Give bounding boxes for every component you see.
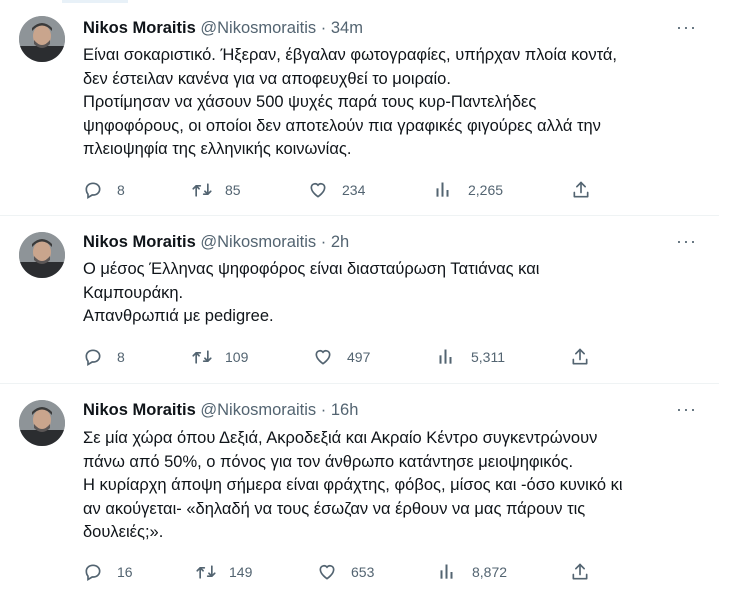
reply-count: 8 [117, 349, 125, 365]
retweet-count: 109 [225, 349, 249, 365]
tweet[interactable]: Nikos Moraitis @Nikosmoraitis · 16h ··· … [0, 384, 719, 589]
tweet-text-line: αν ακούγεται- «δηλαδή να τους έσωζαν να … [83, 499, 586, 518]
like-count: 497 [347, 349, 371, 365]
more-options-icon[interactable]: ··· [676, 231, 697, 252]
author-handle[interactable]: @Nikosmoraitis [200, 19, 316, 37]
tweet-text-line: Προτίμησαν να χάσουν 500 ψυχές παρά τους… [83, 93, 537, 111]
reply-button[interactable]: 8 [83, 347, 125, 367]
views-button[interactable]: 8,872 [438, 562, 507, 582]
views-count: 5,311 [471, 349, 505, 365]
share-button[interactable] [571, 180, 591, 200]
views-chart-icon [438, 562, 458, 582]
views-count: 8,872 [472, 564, 508, 580]
author-handle[interactable]: @Nikosmoraitis [200, 401, 316, 419]
tweet-text-line: ψηφοφόρους, οι οποίοι δεν αποτελούν πια … [83, 116, 601, 135]
tweet-text: Είναι σοκαριστικό. Ήξεραν, έβγαλαν φωτογ… [83, 44, 703, 162]
tweet-text-line: πάνω από 50%, ο πόνος για τον άνθρωπο κα… [83, 452, 574, 471]
reply-icon [83, 562, 103, 582]
retweet-icon [195, 562, 216, 582]
heart-icon [308, 180, 328, 200]
timestamp[interactable]: 34m [331, 19, 363, 37]
reply-count: 16 [117, 564, 133, 580]
reply-button[interactable]: 8 [83, 180, 125, 200]
tweet-text-line: Απανθρωπιά με pedigree. [83, 307, 274, 325]
retweet-count: 149 [229, 564, 253, 580]
separator-dot: · [320, 401, 327, 419]
tweet-text-line: Είναι σοκαριστικό. Ήξεραν, έβγαλαν φωτογ… [83, 46, 618, 64]
like-button[interactable]: 653 [317, 562, 374, 582]
heart-icon [317, 562, 337, 582]
retweet-button[interactable]: 149 [195, 562, 252, 582]
like-button[interactable]: 234 [308, 180, 365, 200]
like-count: 653 [351, 564, 375, 580]
author-name[interactable]: Nikos Moraitis [83, 401, 196, 419]
tweet-actions: 8 85 234 2,265 [83, 180, 623, 202]
retweet-button[interactable]: 109 [191, 347, 248, 367]
share-button[interactable] [570, 562, 590, 582]
like-count: 234 [342, 182, 366, 198]
retweet-button[interactable]: 85 [191, 180, 241, 200]
reply-count: 8 [117, 182, 125, 198]
avatar[interactable] [19, 400, 65, 446]
retweet-count: 85 [225, 182, 241, 198]
heart-icon [313, 347, 333, 367]
share-icon [571, 180, 591, 200]
author-name[interactable]: Nikos Moraitis [83, 19, 196, 37]
share-button[interactable] [570, 347, 590, 367]
tweet-text-line: Σε μία χώρα όπου Δεξιά, Ακροδεξιά και Ακ… [83, 429, 598, 447]
tweet-text-line: δεν έστειλαν κανένα για να αποφευχθεί το… [83, 69, 451, 88]
views-button[interactable]: 5,311 [437, 347, 505, 367]
retweet-icon [191, 347, 212, 367]
author-handle[interactable]: @Nikosmoraitis [200, 233, 316, 251]
tweet-header: Nikos Moraitis @Nikosmoraitis · 34m [83, 19, 363, 41]
tweet-header: Nikos Moraitis @Nikosmoraitis · 16h [83, 401, 358, 423]
tweet[interactable]: Nikos Moraitis @Nikosmoraitis · 34m ··· … [0, 0, 719, 216]
timestamp[interactable]: 2h [331, 233, 349, 251]
tweet-text: Ο μέσος Έλληνας ψηφοφόρος είναι διασταύρ… [83, 258, 703, 329]
share-icon [570, 562, 590, 582]
reply-icon [83, 180, 103, 200]
tweet[interactable]: Nikos Moraitis @Nikosmoraitis · 2h ··· Ο… [0, 216, 719, 384]
more-options-icon[interactable]: ··· [676, 17, 697, 38]
reply-icon [83, 347, 103, 367]
tweet-actions: 16 149 653 8,872 [83, 562, 623, 584]
timestamp[interactable]: 16h [331, 401, 359, 419]
retweet-icon [191, 180, 212, 200]
separator-dot: · [320, 19, 327, 37]
views-chart-icon [437, 347, 457, 367]
tweet-text-line: πλειοψηφία της ελληνικής κοινωνίας. [83, 140, 352, 158]
tweet-text-line: Ο μέσος Έλληνας ψηφοφόρος είναι διασταύρ… [83, 260, 540, 278]
tweet-header: Nikos Moraitis @Nikosmoraitis · 2h [83, 233, 349, 255]
views-count: 2,265 [468, 182, 504, 198]
views-chart-icon [434, 180, 454, 200]
tweet-text-line: δουλειές;». [83, 523, 164, 541]
tweet-text-line: Καμπουράκη. [83, 283, 184, 302]
tweet-actions: 8 109 497 5,311 [83, 347, 623, 369]
views-button[interactable]: 2,265 [434, 180, 503, 200]
separator-dot: · [320, 233, 327, 251]
tweet-text-line: Η κυρίαρχη άποψη σήμερα είναι φράχτης, φ… [83, 476, 623, 494]
author-name[interactable]: Nikos Moraitis [83, 233, 196, 251]
share-icon [570, 347, 590, 367]
avatar[interactable] [19, 232, 65, 278]
reply-button[interactable]: 16 [83, 562, 133, 582]
tweet-text: Σε μία χώρα όπου Δεξιά, Ακροδεξιά και Ακ… [83, 427, 703, 545]
more-options-icon[interactable]: ··· [676, 399, 697, 420]
avatar[interactable] [19, 16, 65, 62]
like-button[interactable]: 497 [313, 347, 370, 367]
